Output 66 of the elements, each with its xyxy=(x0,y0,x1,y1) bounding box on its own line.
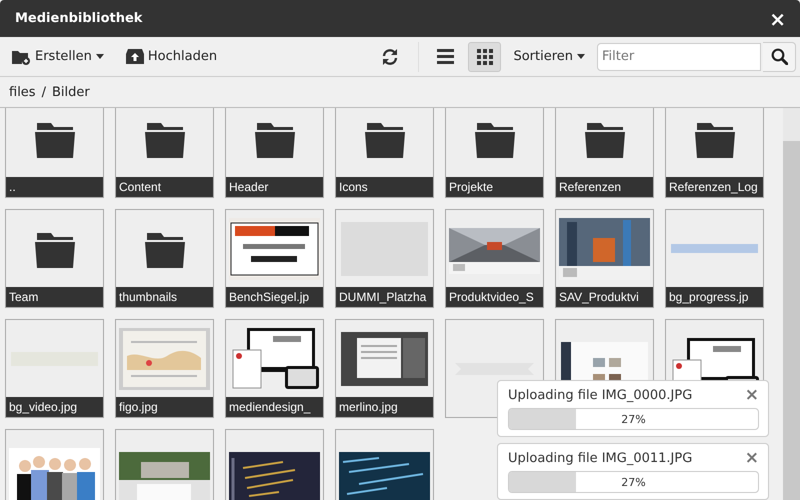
file-name: Referenzen xyxy=(556,177,653,197)
file-tile[interactable]: Content xyxy=(115,108,214,198)
file-name: SAV_Produktvi xyxy=(556,287,653,307)
close-button[interactable]: × xyxy=(744,450,759,467)
search-icon xyxy=(770,48,788,65)
file-tile[interactable]: merlino.jpg xyxy=(335,319,434,418)
upload-button[interactable]: Hochladen xyxy=(126,44,224,69)
file-tile[interactable] xyxy=(335,429,434,500)
file-name: Icons xyxy=(336,177,433,197)
file-name: bg_progress.jp xyxy=(666,287,763,307)
scrollbar-thumb[interactable] xyxy=(783,141,800,500)
file-tile[interactable]: SAV_Produktvi xyxy=(555,209,654,308)
upload-status: Uploading file IMG_0011.JPG xyxy=(508,451,692,466)
file-name: Produktvideo_S xyxy=(446,287,543,307)
file-name: DUMMI_Platzha xyxy=(336,287,433,307)
caret-icon xyxy=(577,54,585,59)
file-tile[interactable]: Icons xyxy=(335,108,434,198)
breadcrumb-separator: / xyxy=(42,84,46,100)
search-button[interactable] xyxy=(763,42,796,72)
progress-percent: 27% xyxy=(621,476,646,488)
file-tile[interactable]: bg_progress.jp xyxy=(665,209,764,308)
file-name: figo.jpg xyxy=(116,397,213,417)
file-name: Team xyxy=(6,287,103,307)
file-tile[interactable]: Projekte xyxy=(445,108,544,198)
progress-percent: 27% xyxy=(621,412,646,426)
file-tile[interactable]: BenchSiegel.jp xyxy=(225,209,324,308)
file-tile[interactable]: thumbnails xyxy=(115,209,214,308)
file-name: bg_video.jpg xyxy=(6,397,103,417)
file-tile[interactable] xyxy=(225,429,324,500)
breadcrumb-item[interactable]: Bilder xyxy=(52,84,90,100)
list-icon xyxy=(437,49,454,64)
file-name: .. xyxy=(6,177,103,197)
file-tile[interactable]: Referenzen_Log xyxy=(665,108,764,198)
file-name: Projekte xyxy=(446,177,543,197)
window-title: Medienbibliothek xyxy=(15,11,144,26)
file-tile[interactable]: Header xyxy=(225,108,324,198)
file-name: Header xyxy=(226,177,323,197)
grid-icon xyxy=(476,48,493,64)
file-tile[interactable]: Produktvideo_S xyxy=(445,209,544,308)
file-tile[interactable]: DUMMI_Platzha xyxy=(335,209,434,308)
filter-field[interactable]: Filter xyxy=(597,42,761,70)
file-name: Content xyxy=(116,177,213,197)
file-name: thumbnails xyxy=(116,287,213,307)
file-tile[interactable]: .. xyxy=(5,108,104,198)
folder-plus-icon xyxy=(12,48,31,64)
file-name: merlino.jpg xyxy=(336,397,433,417)
close-button[interactable]: × xyxy=(744,387,759,404)
close-button[interactable]: × xyxy=(769,8,786,28)
file-name: mediendesign_ xyxy=(226,397,323,417)
upload-status: Uploading file IMG_0000.JPG xyxy=(508,388,692,403)
file-tile[interactable]: Team xyxy=(5,209,104,308)
breadcrumb-item[interactable]: files xyxy=(9,84,36,100)
file-tile[interactable] xyxy=(115,429,214,500)
create-button[interactable]: Erstellen xyxy=(12,44,110,70)
file-name: Referenzen_Log xyxy=(666,177,763,197)
sort-button[interactable]: Sortieren xyxy=(507,44,591,69)
file-tile[interactable]: bg_video.jpg xyxy=(5,319,104,418)
file-name: BenchSiegel.jp xyxy=(226,287,323,307)
caret-icon xyxy=(96,54,104,59)
grid-view-button[interactable] xyxy=(468,42,502,72)
upload-icon xyxy=(126,49,144,64)
refresh-icon xyxy=(380,48,399,66)
file-tile[interactable]: Referenzen xyxy=(555,108,654,198)
file-tile[interactable] xyxy=(5,429,104,500)
file-tile[interactable]: figo.jpg xyxy=(115,319,214,418)
file-tile[interactable]: mediendesign_ xyxy=(225,319,324,418)
